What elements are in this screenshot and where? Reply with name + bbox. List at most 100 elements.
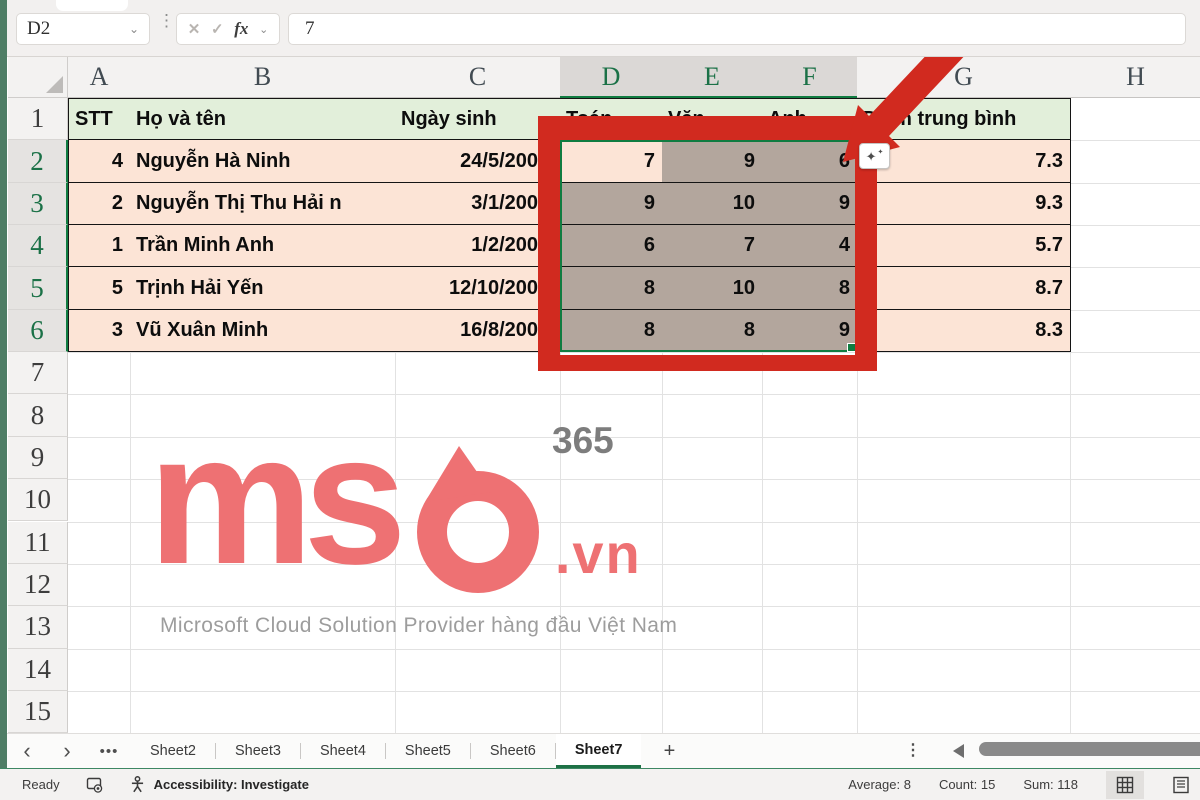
column-header-H[interactable]: H [1070, 57, 1200, 98]
status-average[interactable]: Average: 8 [848, 777, 911, 792]
cell-D4[interactable]: 6 [560, 225, 663, 267]
header-cell-A1[interactable]: STT [68, 98, 131, 140]
sheet-nav-prev-icon[interactable]: ‹ [7, 734, 47, 768]
watermark-suffix: .vn [555, 521, 642, 586]
header-cell-G1[interactable]: Điểm trung bình [857, 98, 1071, 140]
chevron-down-icon[interactable]: ⌄ [129, 22, 139, 36]
cell-B4[interactable]: Trần Minh Anh [130, 225, 396, 267]
row-header-7[interactable]: 7 [8, 352, 68, 394]
sheet-tab-sheet2[interactable]: Sheet2 [131, 734, 215, 768]
row-header-10[interactable]: 10 [8, 479, 68, 521]
cell-F3[interactable]: 9 [762, 183, 858, 225]
status-sum[interactable]: Sum: 118 [1023, 777, 1078, 792]
row-header-4[interactable]: 4 [8, 225, 68, 267]
add-sheet-button[interactable]: + [641, 734, 697, 768]
cell-E6[interactable]: 8 [662, 310, 763, 352]
cell-F6[interactable]: 9 [762, 310, 858, 352]
sheet-nav-next-icon[interactable]: › [47, 734, 87, 768]
row-header-2[interactable]: 2 [8, 140, 68, 182]
cell-A3[interactable]: 2 [68, 183, 131, 225]
column-header-G[interactable]: G [857, 57, 1071, 98]
formula-bar-area: D2 ⌄ ⋮ ✕ ✓ fx ⌄ 7 [0, 0, 1200, 57]
cell-E5[interactable]: 10 [662, 267, 763, 309]
status-bar: Ready Accessibility: Investigate Average… [0, 768, 1200, 800]
scroll-left-icon[interactable] [953, 744, 964, 758]
row-header-5[interactable]: 5 [8, 267, 68, 309]
ribbon-tab-remnant [56, 0, 128, 11]
cell-B6[interactable]: Vũ Xuân Minh [130, 310, 396, 352]
cell-G5[interactable]: 8.7 [857, 267, 1071, 309]
insert-function-icon[interactable]: fx [234, 19, 248, 39]
page-layout-view-button[interactable] [1162, 771, 1200, 799]
header-cell-B1[interactable]: Họ và tên [130, 98, 396, 140]
cell-C6[interactable]: 16/8/200 [395, 310, 561, 352]
row-header-15[interactable]: 15 [8, 691, 68, 733]
row-header-13[interactable]: 13 [8, 606, 68, 648]
column-header-C[interactable]: C [395, 57, 561, 98]
column-header-F[interactable]: F [762, 57, 858, 98]
record-macro-icon[interactable] [86, 776, 103, 793]
name-box[interactable]: D2 ⌄ [16, 13, 150, 45]
row-header-3[interactable]: 3 [8, 183, 68, 225]
cell-E3[interactable]: 10 [662, 183, 763, 225]
row-header-11[interactable]: 11 [8, 522, 68, 564]
sheet-tab-sheet7[interactable]: Sheet7 [556, 734, 642, 768]
cell-G6[interactable]: 8.3 [857, 310, 1071, 352]
cell-F2[interactable]: 6 [762, 140, 858, 182]
cell-D3[interactable]: 9 [560, 183, 663, 225]
watermark-logo-text: ms [148, 418, 397, 582]
accessibility-icon[interactable] [129, 776, 146, 793]
row-header-6[interactable]: 6 [8, 310, 68, 352]
row-header-1[interactable]: 1 [8, 98, 68, 140]
cell-E2[interactable]: 9 [662, 140, 763, 182]
chevron-down-icon[interactable]: ⌄ [259, 23, 268, 36]
column-header-D[interactable]: D [560, 57, 663, 98]
scrollbar-splitter-icon[interactable]: ⋮ [905, 740, 921, 760]
cell-D5[interactable]: 8 [560, 267, 663, 309]
sheet-tab-sheet5[interactable]: Sheet5 [386, 734, 470, 768]
cell-B3[interactable]: Nguyễn Thị Thu Hải n [130, 183, 396, 225]
cell-F4[interactable]: 4 [762, 225, 858, 267]
formula-bar-splitter-icon[interactable]: ⋮ [158, 17, 168, 25]
cell-D2[interactable]: 7 [560, 140, 663, 182]
accessibility-status[interactable]: Accessibility: Investigate [154, 777, 309, 792]
cell-E4[interactable]: 7 [662, 225, 763, 267]
cell-A5[interactable]: 5 [68, 267, 131, 309]
column-header-B[interactable]: B [130, 57, 396, 98]
cell-C4[interactable]: 1/2/200 [395, 225, 561, 267]
cell-A2[interactable]: 4 [68, 140, 131, 182]
normal-view-button[interactable] [1106, 771, 1144, 799]
row-header-8[interactable]: 8 [8, 394, 68, 436]
cell-C2[interactable]: 24/5/200 [395, 140, 561, 182]
select-all-triangle-icon [46, 76, 63, 93]
select-all-button[interactable] [8, 57, 68, 98]
cell-A6[interactable]: 3 [68, 310, 131, 352]
cell-C3[interactable]: 3/1/200 [395, 183, 561, 225]
sheet-overflow-button[interactable]: ••• [87, 734, 131, 768]
sheet-tab-sheet6[interactable]: Sheet6 [471, 734, 555, 768]
quick-analysis-button[interactable]: ✦ ✦ [859, 143, 890, 169]
name-box-value: D2 [27, 18, 50, 40]
row-header-12[interactable]: 12 [8, 564, 68, 606]
cell-B2[interactable]: Nguyễn Hà Ninh [130, 140, 396, 182]
cell-F5[interactable]: 8 [762, 267, 858, 309]
cell-G3[interactable]: 9.3 [857, 183, 1071, 225]
header-cell-C1[interactable]: Ngày sinh [395, 98, 561, 140]
cancel-icon[interactable]: ✕ [188, 20, 201, 38]
cell-A4[interactable]: 1 [68, 225, 131, 267]
cell-G4[interactable]: 5.7 [857, 225, 1071, 267]
cell-C5[interactable]: 12/10/200 [395, 267, 561, 309]
row-header-9[interactable]: 9 [8, 437, 68, 479]
sheet-tab-sheet3[interactable]: Sheet3 [216, 734, 300, 768]
formula-input[interactable]: 7 [288, 13, 1186, 45]
column-header-A[interactable]: A [68, 57, 131, 98]
horizontal-scrollbar-thumb[interactable] [979, 742, 1200, 756]
status-count[interactable]: Count: 15 [939, 777, 995, 792]
cell-B5[interactable]: Trịnh Hải Yến [130, 267, 396, 309]
cell-D6[interactable]: 8 [560, 310, 663, 352]
column-header-E[interactable]: E [662, 57, 763, 98]
gridline-horizontal [68, 649, 1200, 650]
sheet-tab-sheet4[interactable]: Sheet4 [301, 734, 385, 768]
enter-icon[interactable]: ✓ [211, 20, 224, 38]
row-header-14[interactable]: 14 [8, 649, 68, 691]
